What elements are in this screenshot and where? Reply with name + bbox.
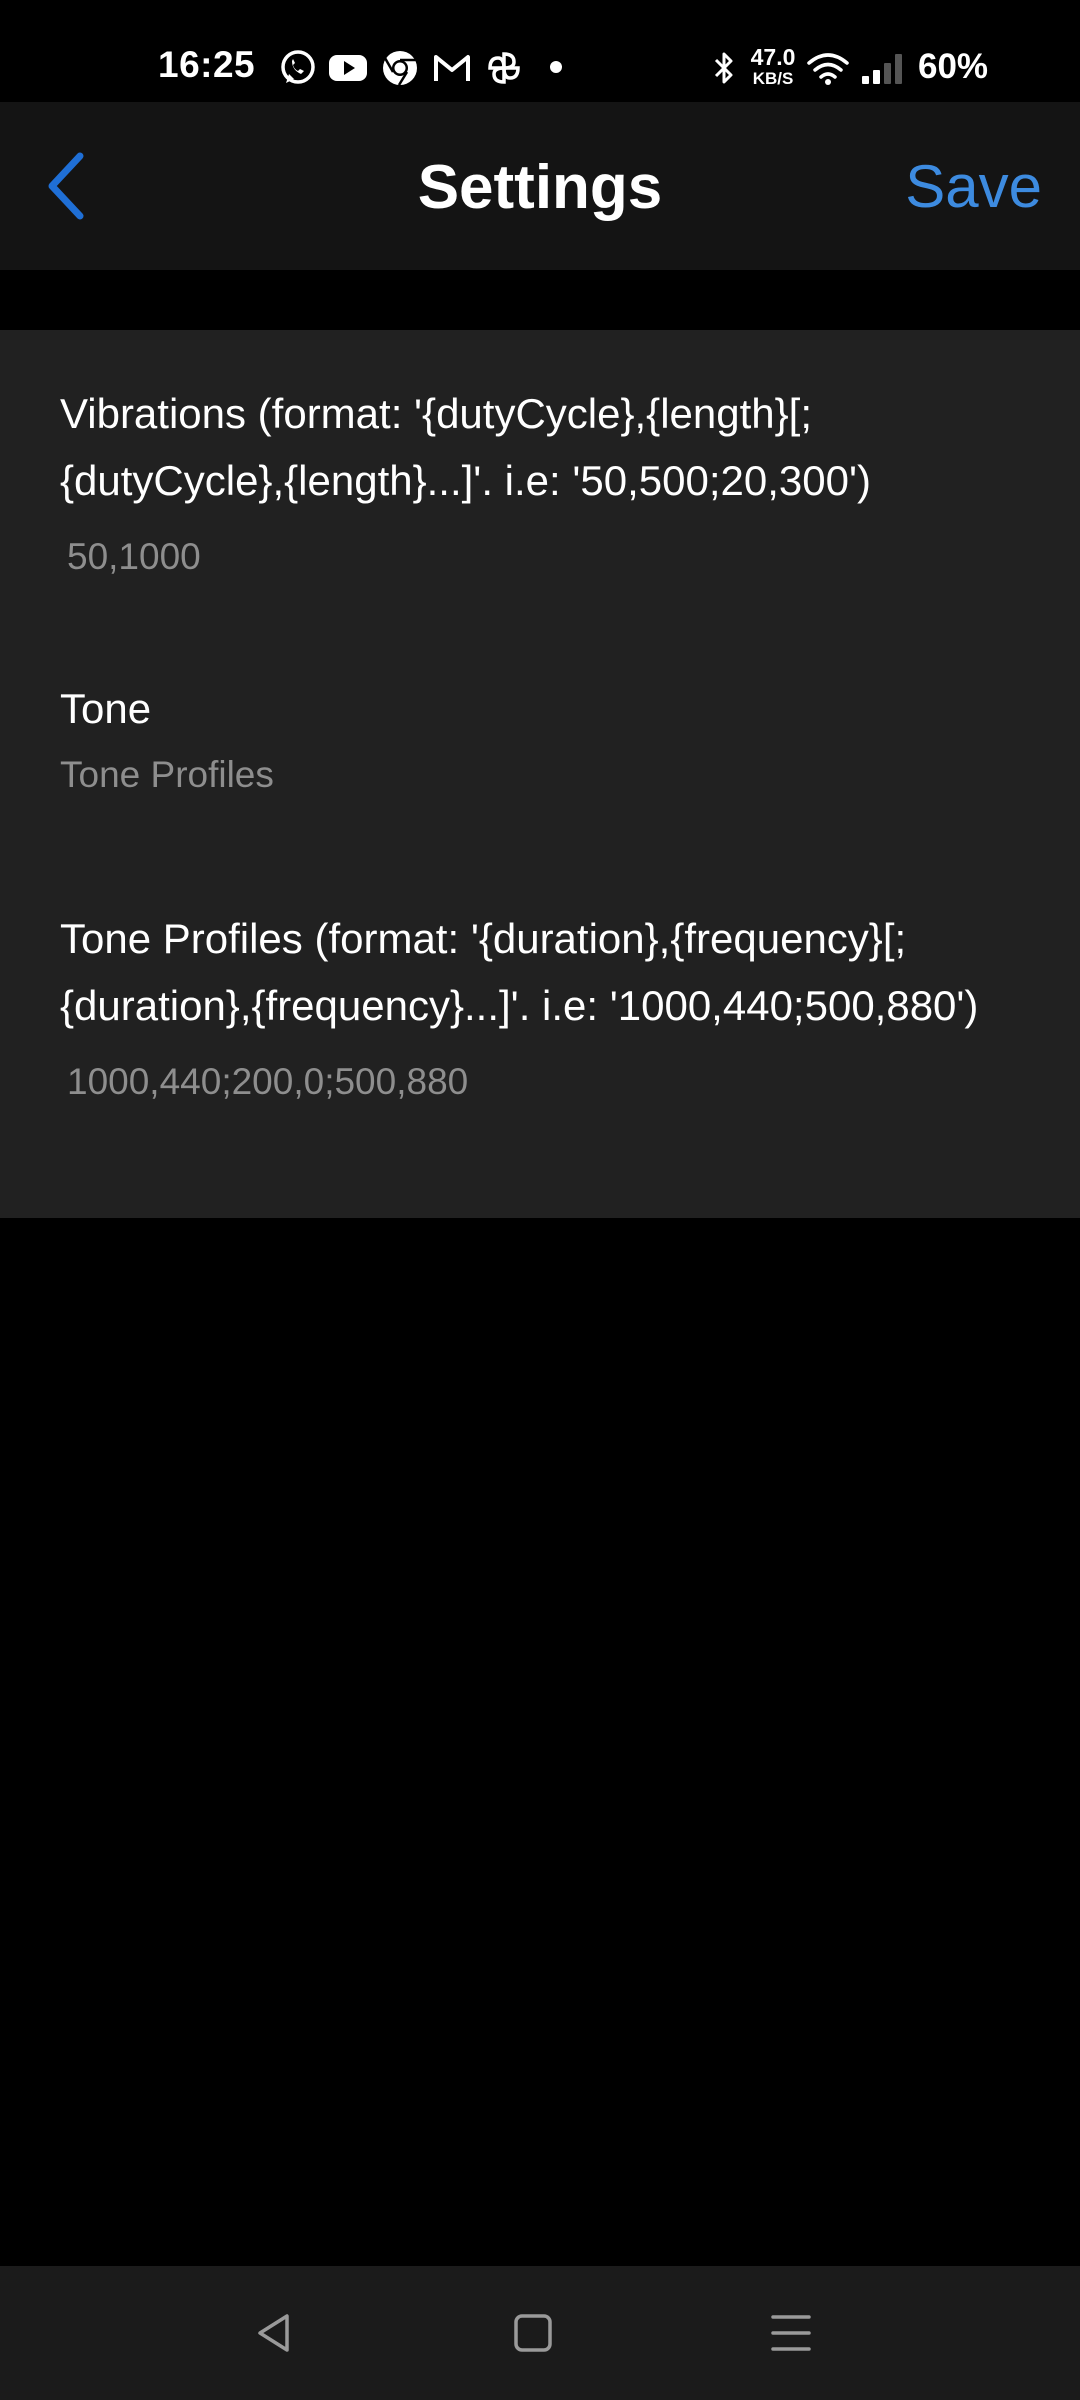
chevron-left-icon — [48, 152, 84, 220]
network-speed: 47.0 KB/S — [748, 44, 798, 88]
nav-recents-button[interactable] — [756, 2298, 826, 2368]
network-speed-value: 47.0 — [750, 44, 796, 70]
gmail-icon — [434, 55, 470, 81]
setting-tone[interactable]: Tone Tone Profiles — [60, 675, 1020, 796]
back-button[interactable] — [28, 146, 108, 226]
setting-tone-value: Tone Profiles — [60, 754, 274, 795]
pinwheel-icon — [488, 52, 520, 84]
setting-vibrations[interactable]: Vibrations (format: '{dutyCycle},{length… — [60, 380, 1020, 578]
status-bar: 16:25 47.0 KB/S 60% — [0, 0, 1080, 102]
wifi-icon — [807, 53, 849, 85]
back-triangle-icon — [258, 2314, 289, 2352]
setting-vibrations-value: 50,1000 — [67, 536, 201, 577]
save-button[interactable]: Save — [905, 152, 1042, 221]
whatsapp-icon — [281, 50, 315, 84]
system-navigation-bar — [0, 2266, 1080, 2400]
settings-list: Vibrations (format: '{dutyCycle},{length… — [0, 330, 1080, 1218]
cellular-signal-icon — [862, 54, 902, 84]
setting-tone-title: Tone — [60, 685, 152, 732]
network-speed-unit: KB/S — [752, 69, 794, 88]
status-time: 16:25 — [158, 44, 256, 85]
more-notifications-dot-icon — [550, 61, 562, 73]
nav-back-button[interactable] — [240, 2298, 310, 2368]
setting-tone-profiles-value: 1000,440;200,0;500,880 — [67, 1061, 469, 1102]
youtube-icon — [329, 55, 367, 81]
setting-tone-profiles-title: Tone Profiles (format: '{duration},{freq… — [60, 915, 979, 1029]
home-square-icon — [514, 2314, 552, 2352]
setting-vibrations-title: Vibrations (format: '{dutyCycle},{length… — [60, 390, 871, 504]
setting-tone-profiles[interactable]: Tone Profiles (format: '{duration},{freq… — [60, 905, 1020, 1103]
nav-home-button[interactable] — [498, 2298, 568, 2368]
app-bar: Settings Save — [0, 102, 1080, 270]
recents-menu-icon — [771, 2315, 811, 2351]
battery-percentage: 60% — [918, 47, 989, 86]
bluetooth-icon — [714, 52, 733, 84]
chrome-icon — [383, 51, 417, 86]
